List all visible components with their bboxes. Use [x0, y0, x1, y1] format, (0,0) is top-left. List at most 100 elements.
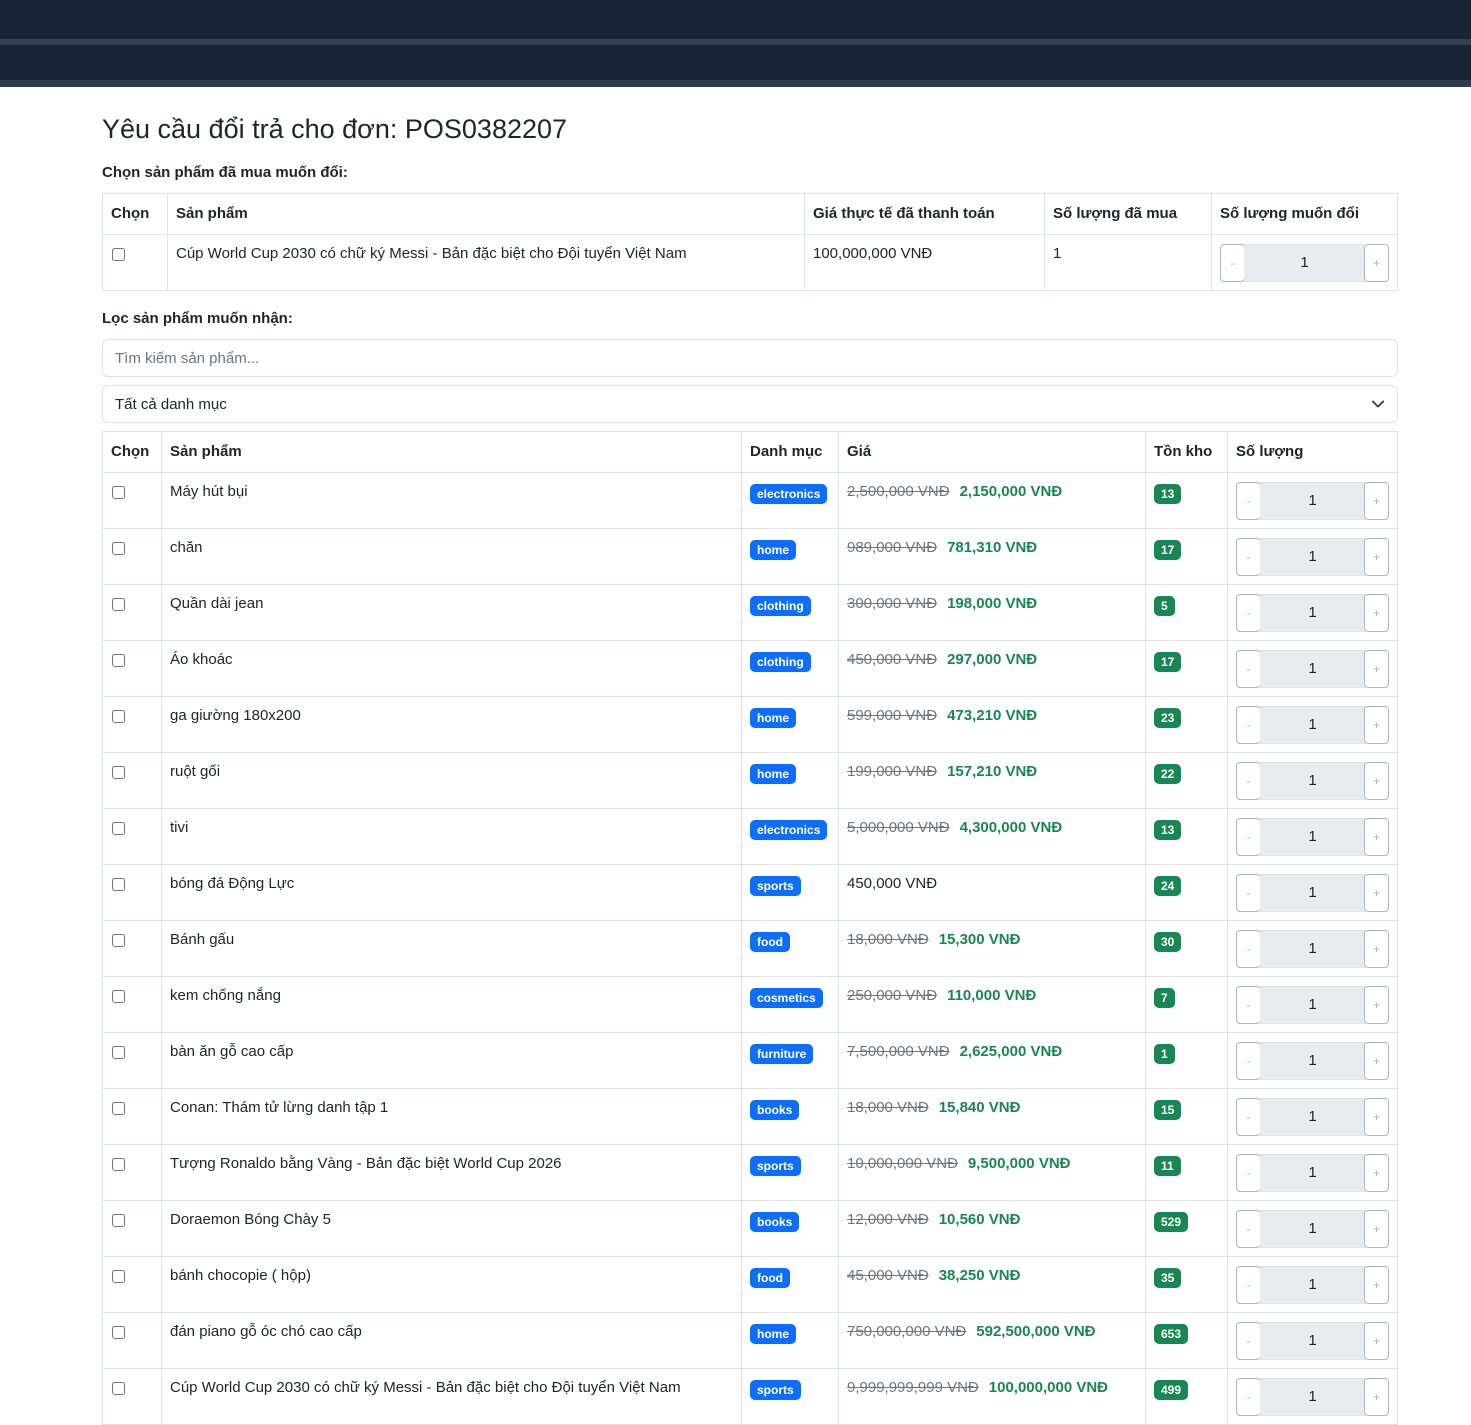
- quantity-value[interactable]: 1: [1260, 930, 1365, 968]
- quantity-stepper: - 1 +: [1236, 594, 1389, 632]
- increment-button[interactable]: +: [1364, 706, 1389, 744]
- quantity-value[interactable]: 1: [1260, 1210, 1365, 1248]
- quantity-value[interactable]: 1: [1260, 818, 1365, 856]
- increment-button[interactable]: +: [1364, 1154, 1389, 1192]
- quantity-value[interactable]: 1: [1260, 1322, 1365, 1360]
- sale-price: 297,000 VNĐ: [947, 651, 1038, 668]
- quantity-stepper: - 1 +: [1236, 650, 1389, 688]
- decrement-button[interactable]: -: [1236, 1098, 1261, 1136]
- price-cell: 199,000 VNĐ 157,210 VNĐ: [838, 752, 1146, 809]
- select-checkbox[interactable]: [112, 248, 125, 261]
- select-checkbox[interactable]: [112, 1214, 125, 1227]
- col-header-select: Chọn: [102, 431, 162, 473]
- navbar-bottom-border: [0, 80, 1471, 87]
- increment-button[interactable]: +: [1364, 482, 1389, 520]
- product-name: ga giường 180x200: [161, 696, 742, 753]
- increment-button[interactable]: +: [1364, 650, 1389, 688]
- quantity-value[interactable]: 1: [1260, 1154, 1365, 1192]
- quantity-value[interactable]: 1: [1260, 706, 1365, 744]
- select-checkbox[interactable]: [112, 1382, 125, 1395]
- decrement-button[interactable]: -: [1236, 762, 1261, 800]
- increment-button[interactable]: +: [1364, 244, 1389, 282]
- decrement-button[interactable]: -: [1220, 244, 1245, 282]
- quantity-value[interactable]: 1: [1260, 482, 1365, 520]
- decrement-button[interactable]: -: [1236, 930, 1261, 968]
- decrement-button[interactable]: -: [1236, 594, 1261, 632]
- quantity-value[interactable]: 1: [1260, 650, 1365, 688]
- select-checkbox[interactable]: [112, 1046, 125, 1059]
- price-cell: 2,500,000 VNĐ 2,150,000 VNĐ: [838, 472, 1146, 529]
- decrement-button[interactable]: -: [1236, 986, 1261, 1024]
- quantity-value[interactable]: 1: [1260, 1266, 1365, 1304]
- increment-button[interactable]: +: [1364, 930, 1389, 968]
- select-checkbox[interactable]: [112, 878, 125, 891]
- select-checkbox[interactable]: [112, 1270, 125, 1283]
- select-checkbox[interactable]: [112, 766, 125, 779]
- category-select[interactable]: Tất cả danh mục: [102, 385, 1398, 423]
- col-header-product: Sản phẩm: [167, 193, 805, 235]
- select-checkbox[interactable]: [112, 542, 125, 555]
- increment-button[interactable]: +: [1364, 1210, 1389, 1248]
- quantity-value[interactable]: 1: [1244, 244, 1365, 282]
- select-checkbox[interactable]: [112, 710, 125, 723]
- increment-button[interactable]: +: [1364, 1098, 1389, 1136]
- decrement-button[interactable]: -: [1236, 1378, 1261, 1416]
- price-cell: 12,000 VNĐ 10,560 VNĐ: [838, 1200, 1146, 1257]
- stock-badge: 30: [1154, 932, 1182, 952]
- quantity-stepper: - 1 +: [1236, 1154, 1389, 1192]
- increment-button[interactable]: +: [1364, 986, 1389, 1024]
- col-header-stock: Tồn kho: [1145, 431, 1228, 473]
- search-input[interactable]: Tìm kiếm sản phẩm...: [102, 339, 1398, 377]
- decrement-button[interactable]: -: [1236, 1042, 1261, 1080]
- quantity-value[interactable]: 1: [1260, 594, 1365, 632]
- quantity-value[interactable]: 1: [1260, 538, 1365, 576]
- product-name: Máy hút bụi: [161, 472, 742, 529]
- increment-button[interactable]: +: [1364, 762, 1389, 800]
- select-checkbox[interactable]: [112, 822, 125, 835]
- select-checkbox[interactable]: [112, 654, 125, 667]
- product-name: Cúp World Cup 2030 có chữ ký Messi - Bản…: [167, 234, 805, 291]
- decrement-button[interactable]: -: [1236, 874, 1261, 912]
- select-checkbox[interactable]: [112, 486, 125, 499]
- increment-button[interactable]: +: [1364, 1322, 1389, 1360]
- increment-button[interactable]: +: [1364, 818, 1389, 856]
- decrement-button[interactable]: -: [1236, 482, 1261, 520]
- increment-button[interactable]: +: [1364, 874, 1389, 912]
- quantity-value[interactable]: 1: [1260, 1042, 1365, 1080]
- select-checkbox[interactable]: [112, 934, 125, 947]
- quantity-value[interactable]: 1: [1260, 986, 1365, 1024]
- decrement-button[interactable]: -: [1236, 538, 1261, 576]
- category-badge: furniture: [750, 1044, 814, 1064]
- increment-button[interactable]: +: [1364, 538, 1389, 576]
- sale-price: 15,300 VNĐ: [938, 931, 1021, 948]
- stock-badge: 499: [1154, 1380, 1189, 1400]
- increment-button[interactable]: +: [1364, 594, 1389, 632]
- quantity-value[interactable]: 1: [1260, 1098, 1365, 1136]
- product-row: Tượng Ronaldo bằng Vàng - Bản đặc biệt W…: [102, 1144, 1398, 1201]
- decrement-button[interactable]: -: [1236, 818, 1261, 856]
- product-row: Quần dài jean clothing 300,000 VNĐ 198,00…: [102, 584, 1398, 641]
- decrement-button[interactable]: -: [1236, 706, 1261, 744]
- bought-qty: 1: [1044, 234, 1212, 291]
- select-checkbox[interactable]: [112, 598, 125, 611]
- quantity-stepper: - 1 +: [1236, 706, 1389, 744]
- decrement-button[interactable]: -: [1236, 1210, 1261, 1248]
- quantity-value[interactable]: 1: [1260, 1378, 1365, 1416]
- sale-price: 4,300,000 VNĐ: [959, 819, 1063, 836]
- decrement-button[interactable]: -: [1236, 650, 1261, 688]
- sale-price: 9,500,000 VNĐ: [967, 1155, 1071, 1172]
- decrement-button[interactable]: -: [1236, 1266, 1261, 1304]
- increment-button[interactable]: +: [1364, 1266, 1389, 1304]
- quantity-value[interactable]: 1: [1260, 874, 1365, 912]
- decrement-button[interactable]: -: [1236, 1322, 1261, 1360]
- increment-button[interactable]: +: [1364, 1042, 1389, 1080]
- select-checkbox[interactable]: [112, 990, 125, 1003]
- select-checkbox[interactable]: [112, 1102, 125, 1115]
- quantity-stepper: - 1 +: [1236, 482, 1389, 520]
- select-checkbox[interactable]: [112, 1158, 125, 1171]
- quantity-value[interactable]: 1: [1260, 762, 1365, 800]
- decrement-button[interactable]: -: [1236, 1154, 1261, 1192]
- select-checkbox[interactable]: [112, 1326, 125, 1339]
- quantity-stepper: - 1 +: [1236, 1042, 1389, 1080]
- increment-button[interactable]: +: [1364, 1378, 1389, 1416]
